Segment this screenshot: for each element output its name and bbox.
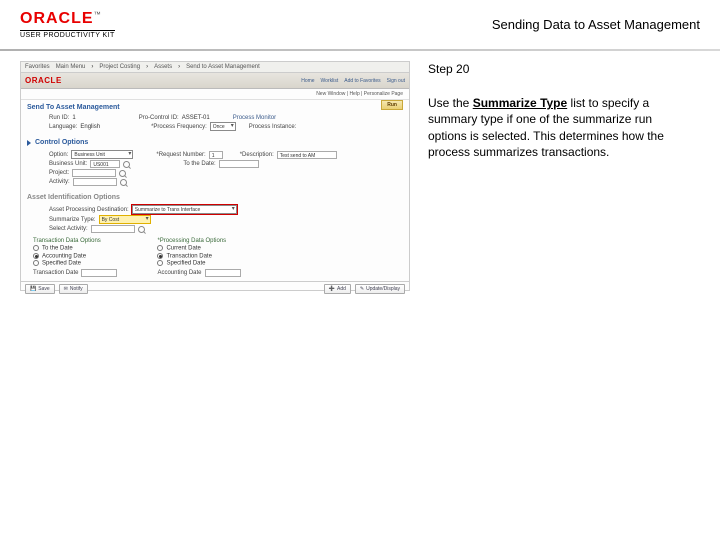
option-select[interactable]: Business Unit bbox=[71, 150, 133, 159]
search-icon[interactable] bbox=[120, 179, 127, 186]
run-button[interactable]: Run bbox=[381, 100, 403, 110]
app-header-links[interactable]: HomeWorklistAdd to FavoritesSign out bbox=[295, 78, 405, 84]
app-oracle-logo: ORACLE bbox=[25, 76, 62, 85]
radio-option[interactable]: Transaction Date bbox=[157, 253, 240, 260]
crumb-links[interactable]: New Window | Help | Personalize Page bbox=[21, 89, 409, 100]
asset-dest-select[interactable]: Summarize to Trans Interface bbox=[132, 205, 237, 214]
proj-input[interactable] bbox=[72, 169, 116, 177]
trans-date-input[interactable] bbox=[81, 269, 117, 277]
todate-input[interactable] bbox=[219, 160, 259, 168]
menu-item[interactable]: Main Menu bbox=[56, 64, 86, 70]
oracle-logo: ORACLE bbox=[20, 10, 94, 27]
chevron-right-icon bbox=[27, 140, 31, 146]
menu-item[interactable]: Assets bbox=[154, 64, 172, 70]
acct-date-input[interactable] bbox=[205, 269, 241, 277]
save-button[interactable]: 💾 Save bbox=[25, 284, 55, 294]
radio-option[interactable]: Specified Date bbox=[157, 260, 240, 267]
tm-mark: ™ bbox=[94, 12, 101, 19]
menu-item[interactable]: Favorites bbox=[25, 64, 50, 70]
menu-item[interactable]: Send to Asset Management bbox=[186, 64, 260, 70]
notify-button[interactable]: ✉ Notify bbox=[59, 284, 88, 294]
section-title: Send To Asset Management Run bbox=[21, 100, 409, 113]
desc-input[interactable]: Test send to AM bbox=[277, 151, 337, 159]
radio-option[interactable]: Accounting Date bbox=[33, 253, 117, 260]
control-options-header[interactable]: Control Options bbox=[21, 135, 409, 148]
search-icon[interactable] bbox=[119, 170, 126, 177]
freq-select[interactable]: Once bbox=[210, 122, 236, 131]
act-input[interactable] bbox=[73, 178, 117, 186]
menu-item[interactable]: Project Costing bbox=[99, 64, 140, 70]
req-input[interactable]: 1 bbox=[209, 151, 223, 159]
summarize-type-select[interactable]: By Cost bbox=[99, 215, 151, 224]
update-button[interactable]: ✎ Update/Display bbox=[355, 284, 405, 294]
step-description: Use the Summarize Type list to specify a… bbox=[428, 95, 680, 160]
add-button[interactable]: ➕ Add bbox=[324, 284, 351, 294]
proc-data-header: *Processing Data Options bbox=[157, 238, 240, 244]
search-icon[interactable] bbox=[138, 226, 145, 233]
app-menu[interactable]: Favorites Main Menu› Project Costing› As… bbox=[21, 62, 409, 73]
upk-label: USER PRODUCTIVITY KIT bbox=[20, 30, 115, 39]
trans-data-header: Transaction Data Options bbox=[33, 238, 117, 244]
step-label: Step 20 bbox=[428, 61, 680, 77]
radio-option[interactable]: Current Date bbox=[157, 245, 240, 252]
app-screenshot: Favorites Main Menu› Project Costing› As… bbox=[20, 61, 410, 291]
page-title: Sending Data to Asset Management bbox=[492, 17, 700, 32]
radio-option[interactable]: To the Date bbox=[33, 245, 117, 252]
search-icon[interactable] bbox=[123, 161, 130, 168]
radio-option[interactable]: Specified Date bbox=[33, 260, 117, 267]
asset-id-options-header: Asset Identification Options bbox=[21, 190, 409, 203]
bu-input[interactable]: US001 bbox=[90, 160, 120, 168]
select-activity-input[interactable] bbox=[91, 225, 135, 233]
